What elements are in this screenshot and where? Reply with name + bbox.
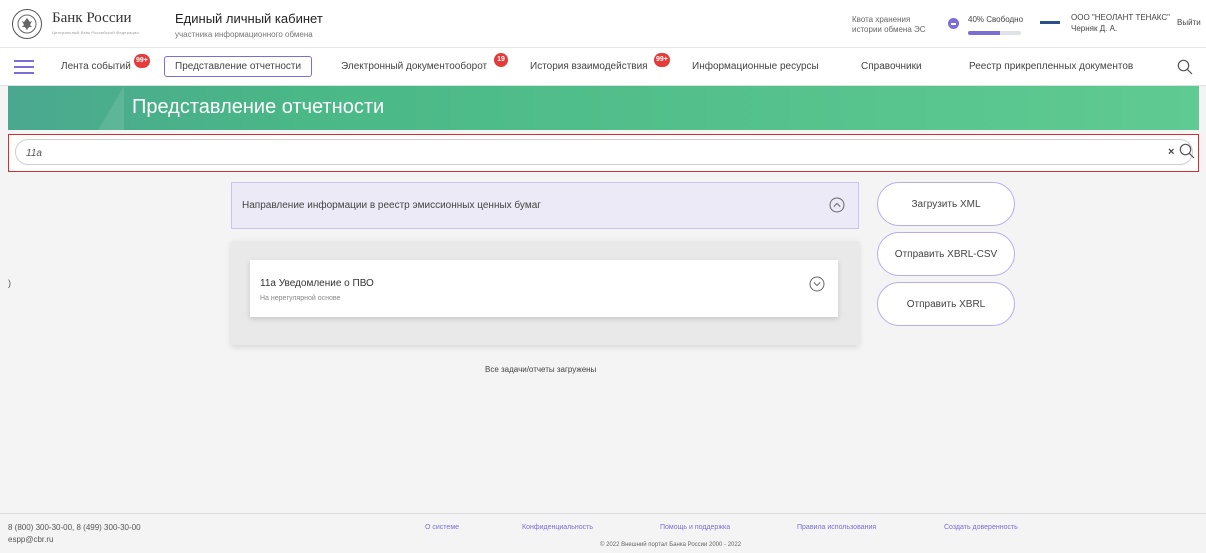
upload-xml-button[interactable]: Загрузить XML (877, 182, 1015, 226)
send-xbrl-csv-button[interactable]: Отправить XBRL-CSV (877, 232, 1015, 276)
bank-logo-icon[interactable] (12, 9, 42, 39)
footer-contacts: 8 (800) 300-30-00, 8 (499) 300-30-00 esp… (8, 522, 141, 546)
chevron-up-icon[interactable] (829, 197, 845, 213)
section-title: Направление информации в реестр эмиссион… (242, 200, 541, 211)
footer-link-power-of-attorney[interactable]: Создать доверенность (944, 524, 1018, 531)
report-title: 11а Уведомление о ПВО (260, 278, 374, 289)
page-banner: Представление отчетности (8, 86, 1199, 130)
nav-badge-edo: 19 (494, 53, 508, 67)
org-name: ООО "НЕОЛАНТ ТЕНАКС" (1071, 13, 1170, 22)
quota-progress-fill (968, 31, 1000, 35)
chevron-down-icon[interactable] (809, 276, 825, 292)
footer-link-privacy[interactable]: Конфиденциальность (522, 524, 593, 531)
cabinet-title: Единый личный кабинет (175, 11, 323, 26)
report-frequency: На нерегулярной основе (260, 295, 341, 302)
search-field: × (15, 139, 1195, 165)
quota-progress-bar (968, 31, 1021, 35)
bank-name[interactable]: Банк России (52, 10, 132, 27)
nav-item-resources[interactable]: Информационные ресурсы (692, 61, 819, 72)
all-loaded-status: Все задачи/отчеты загружены (485, 365, 597, 374)
bank-subname: Центральный банк Российской Федерации (52, 30, 139, 35)
nav-item-reporting[interactable]: Представление отчетности (164, 56, 313, 77)
footer-phones: 8 (800) 300-30-00, 8 (499) 300-30-00 (8, 523, 141, 532)
nav-item-history[interactable]: История взаимодействия (530, 61, 648, 72)
quota-free-text: 40% Свободно (968, 15, 1024, 24)
org-logo-icon (1040, 21, 1060, 24)
section-header[interactable]: Направление информации в реестр эмиссион… (231, 182, 859, 229)
footer-copyright: © 2022 Внешний портал Банка России 2000 … (600, 542, 742, 548)
search-bar-container: × (8, 134, 1199, 172)
page-title: Представление отчетности (132, 96, 385, 118)
footer-link-about[interactable]: О системе (425, 524, 459, 531)
nav-item-edo[interactable]: Электронный документооборот (341, 61, 487, 72)
quota-info-icon[interactable] (948, 18, 959, 29)
quota-label: Квота хранения истории обмена ЭС (852, 15, 926, 34)
left-edge-marker: ) (8, 278, 11, 288)
footer-link-rules[interactable]: Правила использования (797, 524, 876, 531)
cabinet-subtitle: участника информационного обмена (175, 30, 313, 39)
main-nav: Лента событий 99+ Представление отчетнос… (0, 48, 1206, 86)
top-header: Банк России Центральный банк Российской … (0, 0, 1206, 48)
nav-item-directories[interactable]: Справочники (861, 61, 922, 72)
send-xbrl-button[interactable]: Отправить XBRL (877, 282, 1015, 326)
nav-item-events[interactable]: Лента событий (61, 61, 131, 72)
nav-badge-history: 99+ (654, 53, 670, 67)
search-icon[interactable] (1177, 59, 1193, 75)
search-submit-icon[interactable] (1179, 143, 1195, 159)
hamburger-icon[interactable] (14, 60, 34, 74)
footer-link-help[interactable]: Помощь и поддержка (660, 524, 730, 531)
search-input[interactable] (26, 145, 1146, 161)
nav-badge-events: 99+ (134, 54, 150, 68)
reports-list: 11а Уведомление о ПВО На нерегулярной ос… (231, 241, 859, 345)
logout-link[interactable]: Выйти (1177, 18, 1201, 27)
nav-item-attached-docs[interactable]: Реестр прикрепленных документов (969, 61, 1133, 72)
footer-email[interactable]: espp@cbr.ru (8, 534, 141, 546)
user-name: Черняк Д. А. (1071, 24, 1118, 33)
report-card[interactable]: 11а Уведомление о ПВО На нерегулярной ос… (250, 260, 838, 317)
clear-icon[interactable]: × (1168, 146, 1174, 158)
org-user-info[interactable]: ООО "НЕОЛАНТ ТЕНАКС" Черняк Д. А. (1071, 12, 1170, 34)
page-footer: 8 (800) 300-30-00, 8 (499) 300-30-00 esp… (0, 513, 1206, 553)
